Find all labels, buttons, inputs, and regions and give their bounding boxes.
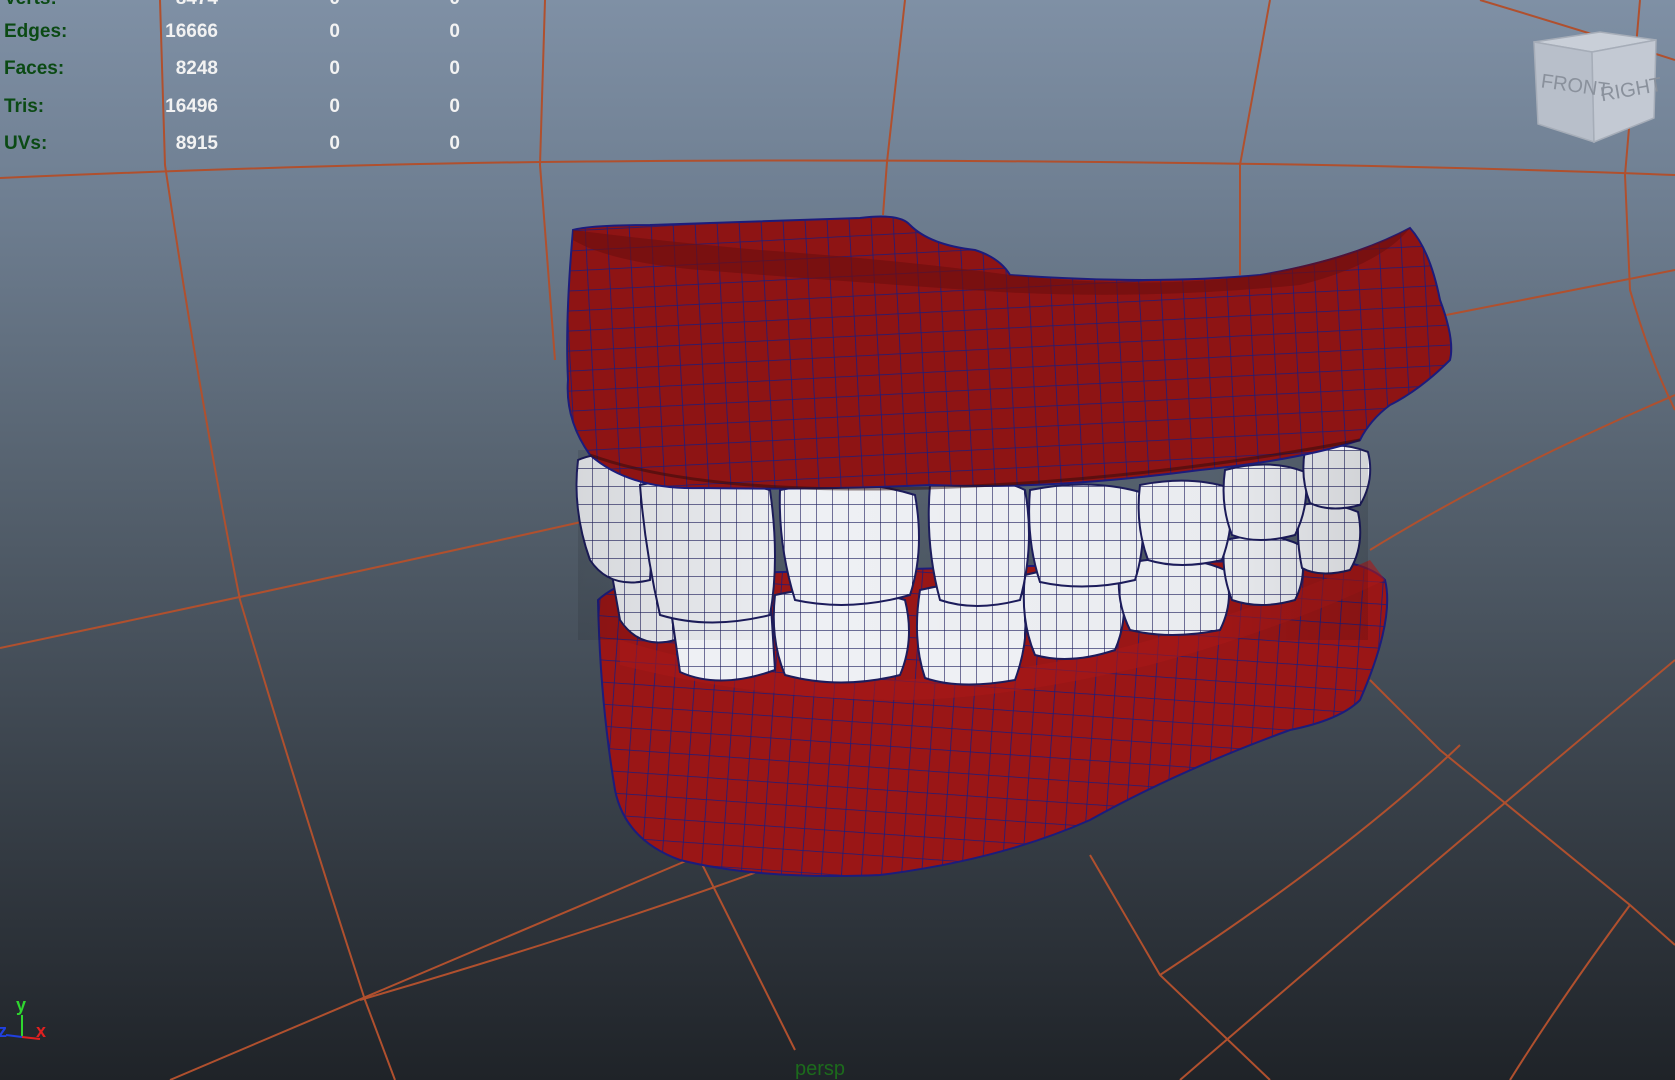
grid-line bbox=[1369, 394, 1675, 551]
hud-value-component: 0 bbox=[449, 21, 460, 42]
hud-value-component: 0 bbox=[449, 133, 460, 154]
grid-line bbox=[1089, 854, 1271, 1080]
hud-value-object: 16666 bbox=[165, 21, 218, 42]
hud-value-selected: 0 bbox=[329, 21, 340, 42]
hud-label: Faces: bbox=[4, 58, 65, 79]
hud-value-selected: 0 bbox=[329, 58, 340, 79]
hud-label: UVs: bbox=[4, 133, 48, 154]
maya-viewport[interactable]: Verts: 8474 0 0 Edges: 16666 0 0 Faces: … bbox=[0, 0, 1675, 1080]
grid-line bbox=[0, 159, 1675, 179]
view-cube[interactable]: FRONT RIGHT bbox=[1530, 30, 1660, 150]
camera-name-label: persp bbox=[795, 1058, 846, 1080]
hud-value-object: 8474 bbox=[140, 0, 218, 10]
grid-line bbox=[1509, 904, 1631, 1080]
hud-value-component: 0 bbox=[420, 0, 460, 10]
grid-line bbox=[359, 859, 791, 1001]
hud-value-object: 8248 bbox=[175, 58, 218, 79]
hud-value-object: 8915 bbox=[175, 133, 218, 154]
hud-value-selected: 0 bbox=[329, 133, 340, 154]
axis-indicator: y x z bbox=[0, 995, 46, 1041]
hud-value-selected: 0 bbox=[300, 0, 340, 10]
hud-value-selected: 0 bbox=[329, 96, 340, 117]
grid-line bbox=[1159, 744, 1461, 976]
hud-value-component: 0 bbox=[449, 58, 460, 79]
hud-value-object: 16496 bbox=[165, 96, 218, 117]
grid-line bbox=[699, 859, 796, 1051]
hud-label: Tris: bbox=[4, 96, 45, 117]
hud-label: Verts: bbox=[4, 0, 57, 10]
axis-x-label: x bbox=[36, 1021, 46, 1041]
hud-value-component: 0 bbox=[449, 96, 460, 117]
axis-z-label: z bbox=[0, 1021, 7, 1041]
hud-row-verts: Verts: 8474 0 0 bbox=[0, 0, 470, 12]
grid-line bbox=[538, 0, 556, 361]
grid-line bbox=[159, 0, 396, 1080]
grid-line bbox=[169, 854, 701, 1080]
hud-row-tris: Tris: 16496 0 0 bbox=[0, 96, 470, 120]
axis-y-label: y bbox=[16, 995, 26, 1015]
heads-up-poly-count: Verts: 8474 0 0 Edges: 16666 0 0 Faces: … bbox=[0, 0, 470, 160]
hud-row-edges: Edges: 16666 0 0 bbox=[0, 21, 470, 45]
grid-line bbox=[1239, 0, 1271, 275]
hud-row-uvs: UVs: 8915 0 0 bbox=[0, 133, 470, 157]
grid-line bbox=[882, 0, 906, 216]
hud-label: Edges: bbox=[4, 21, 68, 42]
grid-line bbox=[0, 519, 591, 649]
hud-row-faces: Faces: 8248 0 0 bbox=[0, 58, 470, 82]
scene-canvas[interactable] bbox=[0, 0, 1675, 1080]
